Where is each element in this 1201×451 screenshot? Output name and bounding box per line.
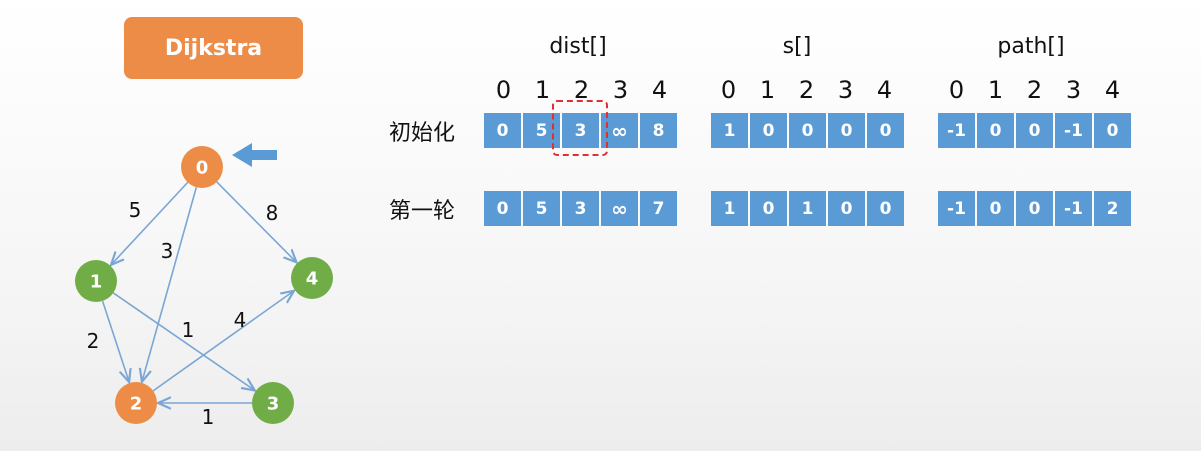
path-cell: 0 (977, 113, 1014, 148)
graph-node-2: 2 (115, 382, 157, 424)
edge-1-2 (101, 300, 130, 382)
node-label: 0 (196, 158, 209, 179)
edge-2-4 (152, 291, 294, 392)
index-label: 1 (987, 76, 1004, 104)
edge-weight-label: 8 (266, 201, 279, 225)
edge-0-2 (142, 187, 198, 382)
edge-weight-label: 4 (234, 308, 247, 332)
index-label: 3 (1065, 76, 1082, 104)
dist-cell: 7 (640, 191, 677, 226)
s-array-name: s[] (782, 34, 812, 59)
node-label: 2 (130, 394, 143, 415)
path-cell: 2 (1094, 191, 1131, 226)
path-cell: -1 (1055, 113, 1092, 148)
node-label: 3 (267, 394, 280, 415)
index-label: 0 (495, 76, 512, 104)
s-cell: 0 (789, 113, 826, 148)
path-cell: -1 (938, 113, 975, 148)
dist-cell: 0 (484, 113, 521, 148)
s-cell: 0 (750, 113, 787, 148)
s-cell: 1 (711, 191, 748, 226)
path-row-init: -1 0 0 -1 0 (938, 113, 1133, 148)
dist-row-round-one: 0 5 3 ∞ 7 (484, 191, 679, 226)
graph-diagram: 5382 1 41 012 34 (75, 143, 333, 429)
edge-weight-label: 1 (202, 405, 215, 429)
node-label: 4 (306, 269, 319, 290)
row-label-round-one: 第一轮 (389, 199, 456, 224)
path-cell: 0 (977, 191, 1014, 226)
s-cell: 0 (828, 113, 865, 148)
edge-weight-label: 3 (161, 239, 174, 263)
path-cell: 0 (1094, 113, 1131, 148)
graph-node-0: 0 (181, 146, 223, 188)
s-cell: 1 (789, 191, 826, 226)
path-cell: 0 (1016, 113, 1053, 148)
s-row-init: 1 0 0 0 0 (711, 113, 906, 148)
dist-cell: ∞ (601, 191, 638, 226)
index-label: 2 (798, 76, 815, 104)
index-label: 4 (1104, 76, 1121, 104)
index-label: 3 (837, 76, 854, 104)
index-label: 0 (948, 76, 965, 104)
dist-cell: 0 (484, 191, 521, 226)
index-label: 2 (1026, 76, 1043, 104)
edge-weight-label: 1 (182, 318, 195, 342)
current-node-arrow-icon (232, 143, 277, 167)
dist-cell: 3 (562, 191, 599, 226)
edge-0-1 (111, 181, 189, 265)
path-array-name: path[] (997, 34, 1065, 59)
edge-weight-label: 2 (87, 329, 100, 353)
index-label: 4 (651, 76, 668, 104)
path-cell: -1 (1055, 191, 1092, 226)
s-cell: 0 (750, 191, 787, 226)
s-cell: 0 (867, 113, 904, 148)
dist-cell: 5 (523, 191, 560, 226)
index-label: 0 (720, 76, 737, 104)
s-cell: 0 (867, 191, 904, 226)
path-cell: 0 (1016, 191, 1053, 226)
s-row-round-one: 1 0 1 0 0 (711, 191, 906, 226)
row-label-init: 初始化 (389, 121, 456, 146)
highlight-box (552, 100, 608, 156)
s-index-row: 0 1 2 3 4 (709, 76, 904, 104)
path-cell: -1 (938, 191, 975, 226)
s-cell: 0 (828, 191, 865, 226)
index-label: 4 (876, 76, 893, 104)
graph-node-4: 4 (291, 257, 333, 299)
s-cell: 1 (711, 113, 748, 148)
graph-node-3: 3 (252, 382, 294, 424)
graph-node-1: 1 (75, 260, 117, 302)
path-row-round-one: -1 0 0 -1 2 (938, 191, 1133, 226)
path-index-row: 0 1 2 3 4 (937, 76, 1132, 104)
index-label: 1 (759, 76, 776, 104)
dist-array-name: dist[] (549, 34, 607, 59)
edge-0-4 (216, 181, 297, 262)
edge-weight-label: 5 (129, 198, 142, 222)
dist-cell: 8 (640, 113, 677, 148)
node-label: 1 (90, 272, 103, 293)
index-label: 3 (612, 76, 629, 104)
